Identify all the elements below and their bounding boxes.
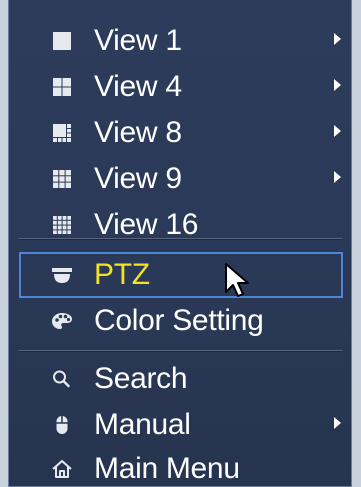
menu-item-manual[interactable]: Manual bbox=[9, 402, 351, 448]
view-16-icon bbox=[51, 214, 73, 236]
menu-item-view-1[interactable]: View 1 bbox=[9, 18, 351, 64]
menu-item-view-4[interactable]: View 4 bbox=[9, 64, 351, 110]
submenu-arrow-icon bbox=[334, 171, 341, 183]
submenu-arrow-icon bbox=[334, 417, 341, 429]
submenu-arrow-icon bbox=[334, 125, 341, 137]
mouse-icon bbox=[51, 414, 73, 436]
menu-item-label: View 9 bbox=[94, 162, 182, 195]
menu-item-color-setting[interactable]: Color Setting bbox=[9, 298, 351, 344]
menu-item-label: Search bbox=[94, 362, 188, 395]
menu-item-search[interactable]: Search bbox=[9, 356, 351, 402]
menu-item-view-16[interactable]: View 16 bbox=[9, 202, 351, 248]
submenu-arrow-icon bbox=[334, 33, 341, 45]
menu-item-ptz[interactable]: PTZ bbox=[19, 252, 343, 298]
search-icon bbox=[51, 368, 73, 390]
menu-item-label: Color Setting bbox=[94, 304, 264, 337]
context-menu: View 1 View 4 View 8 View 9 View 16 PTZ … bbox=[8, 0, 352, 487]
menu-item-label: Manual bbox=[94, 408, 191, 441]
palette-icon bbox=[51, 310, 73, 332]
menu-item-label: View 8 bbox=[94, 116, 182, 149]
menu-item-main-menu[interactable]: Main Menu bbox=[9, 446, 351, 486]
view-8-icon bbox=[51, 122, 73, 144]
submenu-arrow-icon bbox=[334, 79, 341, 91]
menu-item-label: View 1 bbox=[94, 24, 182, 57]
home-icon bbox=[51, 458, 73, 480]
ptz-camera-icon bbox=[51, 264, 73, 286]
menu-divider bbox=[19, 350, 343, 352]
menu-item-label: Main Menu bbox=[94, 452, 240, 485]
menu-item-label: PTZ bbox=[94, 258, 150, 291]
view-4-icon bbox=[51, 76, 73, 98]
menu-item-view-9[interactable]: View 9 bbox=[9, 156, 351, 202]
menu-item-label: View 4 bbox=[94, 70, 182, 103]
view-1-icon bbox=[51, 30, 73, 52]
view-9-icon bbox=[51, 168, 73, 190]
mouse-pointer-icon bbox=[225, 263, 249, 297]
menu-divider bbox=[19, 238, 343, 240]
menu-item-view-8[interactable]: View 8 bbox=[9, 110, 351, 156]
